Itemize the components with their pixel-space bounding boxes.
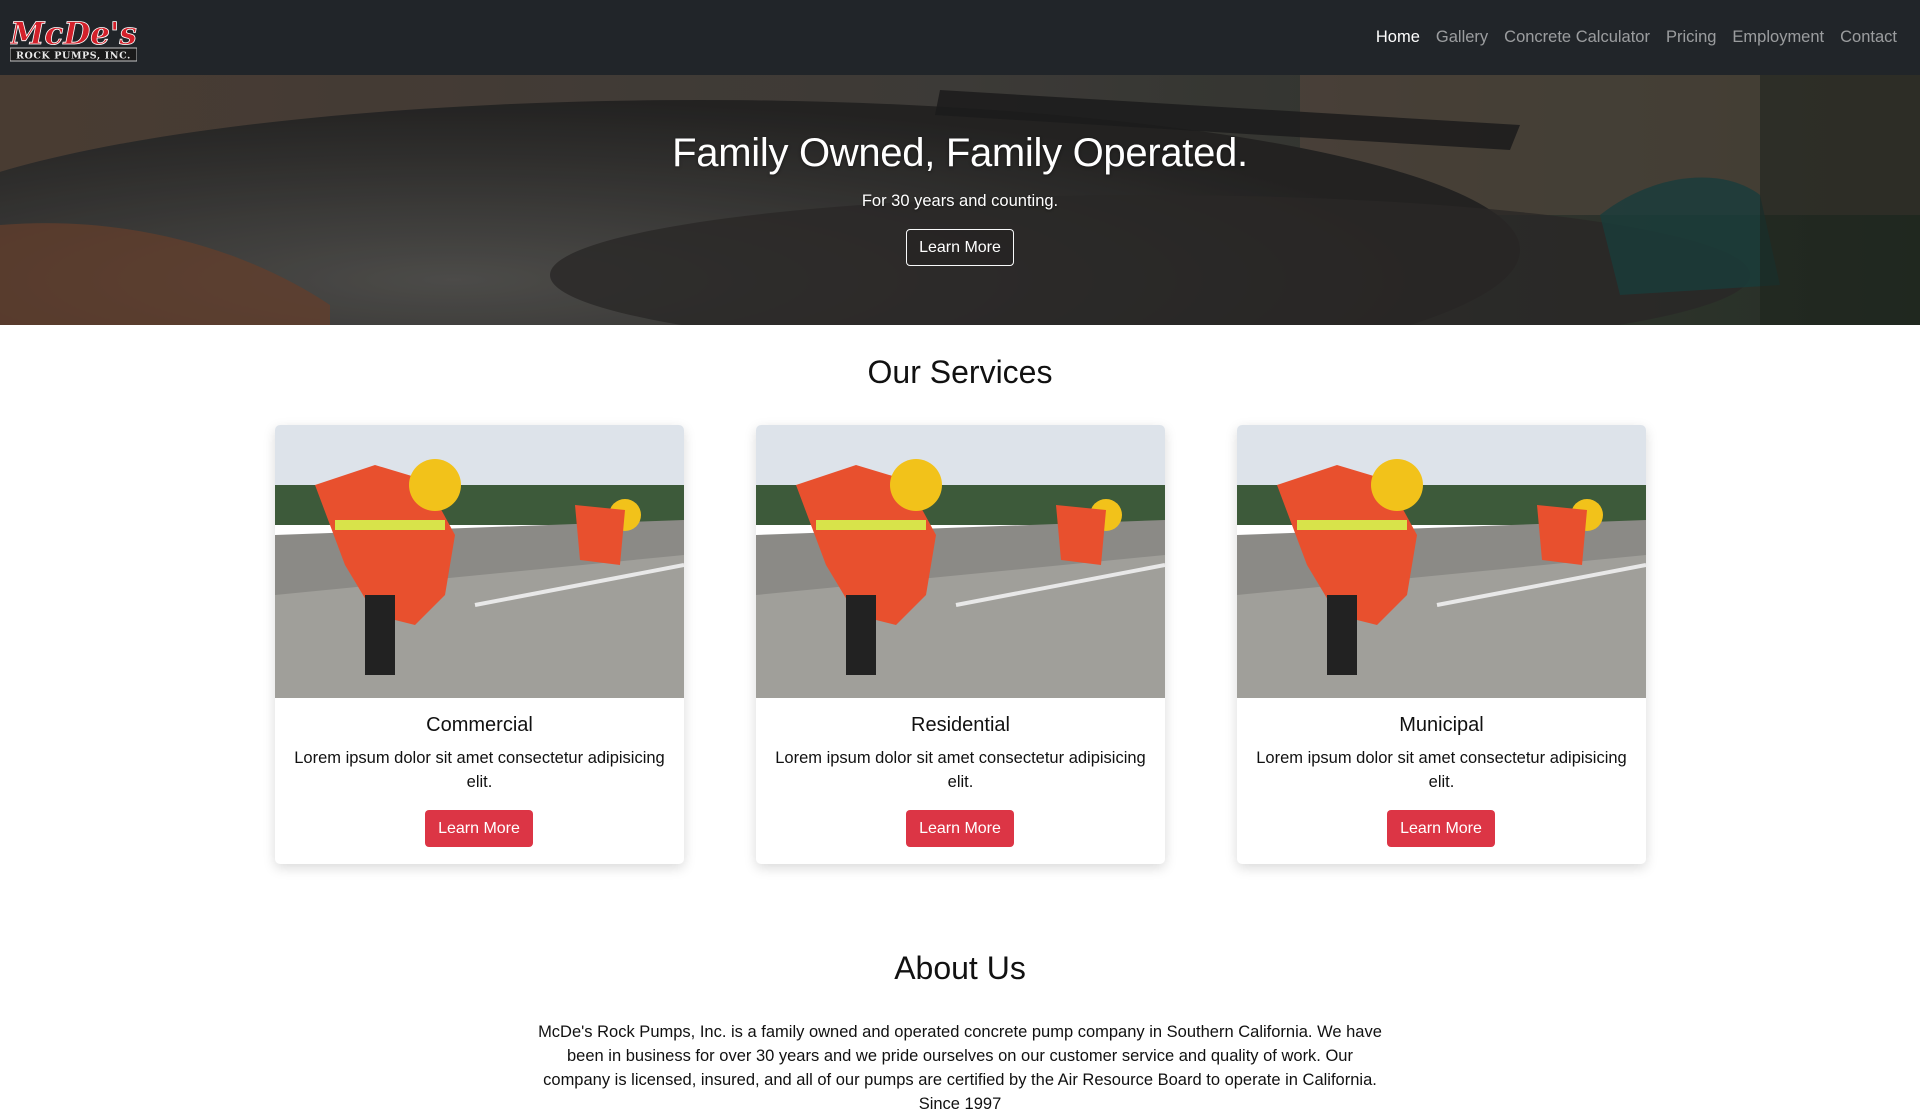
- nav-link-home[interactable]: Home: [1368, 28, 1428, 47]
- commercial-card-title: Commercial: [426, 714, 533, 736]
- hero-title: Family Owned, Family Operated.: [672, 131, 1248, 175]
- logo-main-text: McDe's: [10, 16, 137, 52]
- municipal-card-text: Lorem ipsum dolor sit amet consectetur a…: [1256, 749, 1627, 791]
- hero-learn-more-button[interactable]: Learn More: [906, 229, 1014, 266]
- residential-card-text: Lorem ipsum dolor sit amet consectetur a…: [775, 749, 1146, 791]
- hero-content: Family Owned, Family Operated. For 30 ye…: [0, 75, 1920, 325]
- residential-card-title: Residential: [911, 714, 1010, 736]
- hero-subtitle: For 30 years and counting.: [861, 192, 1059, 210]
- commercial-card-image: [275, 425, 684, 698]
- company-logo[interactable]: McDe's ROCK PUMPS, INC.: [9, 14, 138, 62]
- municipal-card-image: [1237, 425, 1646, 698]
- service-card-municipal: Municipal Lorem ipsum dolor sit amet con…: [1237, 425, 1646, 864]
- hero-banner: Family Owned, Family Operated. For 30 ye…: [0, 75, 1920, 325]
- service-card-commercial: Commercial Lorem ipsum dolor sit amet co…: [275, 425, 684, 864]
- nav-link-concrete-calculator[interactable]: Concrete Calculator: [1496, 28, 1658, 47]
- nav-link-employment[interactable]: Employment: [1724, 28, 1832, 47]
- nav-menu: Home Gallery Concrete Calculator Pricing…: [1368, 0, 1905, 75]
- about-heading: About Us: [894, 950, 1026, 986]
- service-card-residential: Residential Lorem ipsum dolor sit amet c…: [756, 425, 1165, 864]
- municipal-card-title: Municipal: [1399, 714, 1484, 736]
- residential-learn-more-button[interactable]: Learn More: [906, 810, 1014, 847]
- residential-card-image: [756, 425, 1165, 698]
- services-heading: Our Services: [867, 354, 1053, 390]
- nav-link-pricing[interactable]: Pricing: [1658, 28, 1724, 47]
- commercial-learn-more-button[interactable]: Learn More: [425, 810, 533, 847]
- top-navbar: McDe's ROCK PUMPS, INC. Home Gallery Con…: [0, 0, 1920, 75]
- logo-sub-text: ROCK PUMPS, INC.: [16, 51, 131, 62]
- nav-link-gallery[interactable]: Gallery: [1428, 28, 1496, 47]
- about-paragraph: McDe's Rock Pumps, Inc. is a family owne…: [538, 1023, 1382, 1113]
- municipal-learn-more-button[interactable]: Learn More: [1387, 810, 1495, 847]
- logo-image: McDe's ROCK PUMPS, INC.: [9, 16, 138, 62]
- commercial-card-text: Lorem ipsum dolor sit amet consectetur a…: [294, 749, 665, 791]
- nav-link-contact[interactable]: Contact: [1832, 28, 1905, 47]
